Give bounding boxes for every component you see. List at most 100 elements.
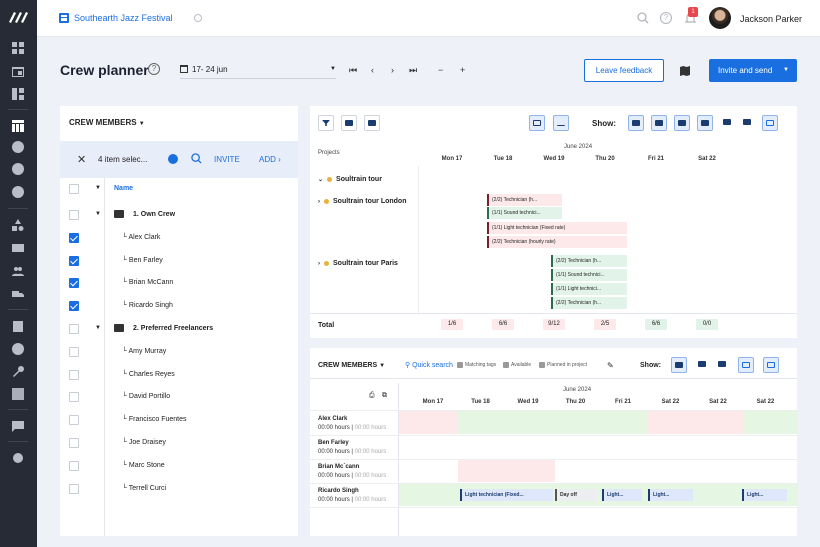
open-external-icon[interactable]: ⧉ (382, 392, 387, 400)
tab-settings-icon[interactable] (194, 14, 202, 22)
search-icon[interactable] (191, 153, 202, 164)
people-filter-icon[interactable] (628, 115, 644, 131)
row-checkbox[interactable] (69, 438, 79, 448)
report-icon[interactable] (11, 387, 24, 400)
collapse-group-icon[interactable]: ▼ (95, 325, 101, 331)
zoom-out-button[interactable]: − (438, 65, 443, 75)
next-week-button[interactable]: › (391, 65, 394, 75)
dashboard-icon[interactable] (11, 41, 24, 54)
map-icon[interactable] (680, 66, 690, 76)
mail-check-icon[interactable] (740, 115, 756, 131)
schedule-bar[interactable]: Light technician (Fixed... (460, 489, 553, 501)
group-row[interactable]: ▼ 1. Own Crew (60, 204, 298, 227)
paris-bar[interactable]: (1/1) Light technici... (551, 283, 627, 295)
paris-bar[interactable]: (2/2) Technician (h... (551, 255, 627, 267)
group-row[interactable]: ▼ 2. Preferred Freelancers (60, 318, 298, 341)
row-checkbox[interactable] (69, 369, 79, 380)
print-icon[interactable]: ⎙ (369, 392, 375, 400)
wrench-icon[interactable] (11, 365, 24, 378)
settings-icon[interactable] (11, 451, 24, 464)
available-cell[interactable] (743, 411, 798, 434)
date-range-picker[interactable]: 17- 24 jun ▼ (180, 60, 336, 79)
message-icon[interactable] (11, 419, 24, 432)
avatar[interactable] (709, 7, 731, 29)
edit-icon[interactable]: ✎ (607, 361, 614, 370)
shapes-icon[interactable] (11, 218, 24, 231)
app-logo[interactable] (7, 10, 31, 24)
copy-filter-icon[interactable] (738, 357, 754, 373)
row-checkbox[interactable] (69, 301, 79, 312)
team-icon[interactable] (11, 264, 24, 277)
unavailable-cell[interactable] (648, 411, 743, 434)
clock-icon[interactable] (168, 154, 178, 164)
user-name[interactable]: Jackson Parker (740, 14, 802, 24)
add-user-filter-icon[interactable] (674, 115, 690, 131)
truck-icon[interactable] (11, 287, 24, 300)
view-image-icon[interactable] (529, 115, 545, 131)
crew-row[interactable]: └ Francisco Fuentes (60, 409, 298, 432)
name-column-header[interactable]: Name (114, 185, 133, 192)
row-checkbox[interactable] (69, 324, 79, 334)
planned-in-project-toggle[interactable]: Planned in project (539, 362, 587, 368)
paris-bar[interactable]: (2/2) Technician (h... (551, 297, 627, 309)
last-week-button[interactable]: ⏭ (409, 65, 417, 76)
crew-row[interactable]: └ Charles Reyes (60, 364, 298, 387)
row-checkbox[interactable] (69, 415, 79, 426)
london-bar[interactable]: (2/2) Technician (hourly rate) (487, 236, 627, 248)
available-toggle[interactable]: Available (503, 362, 531, 368)
compass-icon[interactable] (11, 185, 24, 198)
project-soultrain-tour[interactable]: ⌄ Soultrain tour (318, 176, 382, 183)
crew-row[interactable]: └ David Portillo (60, 386, 298, 409)
export-filter-icon[interactable] (763, 357, 779, 373)
row-checkbox[interactable] (69, 255, 79, 266)
unavailable-cell[interactable] (399, 411, 458, 434)
available-cell[interactable] (458, 411, 648, 434)
filter-icon[interactable] (318, 115, 334, 131)
collapse-group-icon[interactable]: ▼ (95, 211, 101, 217)
select-all-checkbox[interactable] (69, 184, 79, 194)
add-button[interactable]: ADD › (259, 155, 281, 164)
view-chart-icon[interactable] (553, 115, 569, 131)
invite-button[interactable]: INVITE (214, 155, 240, 164)
london-bar[interactable]: (1/1) Light technician (Fixed rate) (487, 222, 627, 234)
crew-row[interactable]: └ Amy Murray (60, 341, 298, 364)
day-off-bar[interactable]: Day off (555, 489, 597, 501)
calendar-icon[interactable] (11, 64, 24, 77)
member-name[interactable]: Brian Mc`cann (318, 464, 359, 470)
matching-tags-toggle[interactable]: Matching tags (457, 362, 496, 368)
collapse-all-icon[interactable]: ▼ (95, 185, 101, 191)
help-icon[interactable]: ? (660, 12, 672, 24)
row-checkbox[interactable] (69, 483, 79, 494)
app-tab[interactable]: Southearth Jazz Festival (59, 13, 173, 23)
folder-icon[interactable] (364, 115, 380, 131)
first-week-button[interactable]: ⏮ (349, 65, 357, 76)
money-icon[interactable] (11, 162, 24, 175)
prev-week-button[interactable]: ‹ (371, 65, 374, 75)
member-name[interactable]: Ricardo Singh (318, 488, 359, 494)
user-icon[interactable] (11, 140, 24, 153)
crew-row[interactable]: └ Terrell Curci (60, 478, 298, 501)
zoom-in-button[interactable]: + (460, 65, 465, 75)
crew-panel-title[interactable]: CREW MEMBERS ▼ (69, 118, 145, 127)
row-checkbox[interactable] (69, 232, 79, 243)
crew-row[interactable]: └ Ricardo Singh (60, 295, 298, 318)
grid-icon[interactable] (11, 87, 24, 100)
schedule-bar[interactable]: Light... (602, 489, 642, 501)
mail-sent-icon[interactable] (695, 357, 711, 373)
schedule-bar[interactable]: Light... (648, 489, 693, 501)
member-name[interactable]: Alex Clark (318, 416, 347, 422)
clear-selection-icon[interactable]: ✕ (77, 153, 86, 166)
id-card-icon[interactable] (11, 241, 24, 254)
crew-row[interactable]: └ Ben Farley (60, 250, 298, 273)
schedule-bar[interactable]: Light... (742, 489, 787, 501)
mail-filter-icon[interactable] (671, 357, 687, 373)
leave-feedback-button[interactable]: Leave feedback (584, 59, 664, 82)
truck-filter-icon[interactable] (651, 115, 667, 131)
unavailable-cell[interactable] (458, 459, 555, 482)
planner-icon[interactable] (11, 119, 24, 132)
clock-icon[interactable] (11, 342, 24, 355)
row-checkbox[interactable] (69, 278, 79, 289)
project-soultrain-london[interactable]: › Soultrain tour London (318, 198, 407, 205)
member-name[interactable]: Ben Farley (318, 440, 349, 446)
project-soultrain-paris[interactable]: › Soultrain tour Paris (318, 260, 398, 267)
